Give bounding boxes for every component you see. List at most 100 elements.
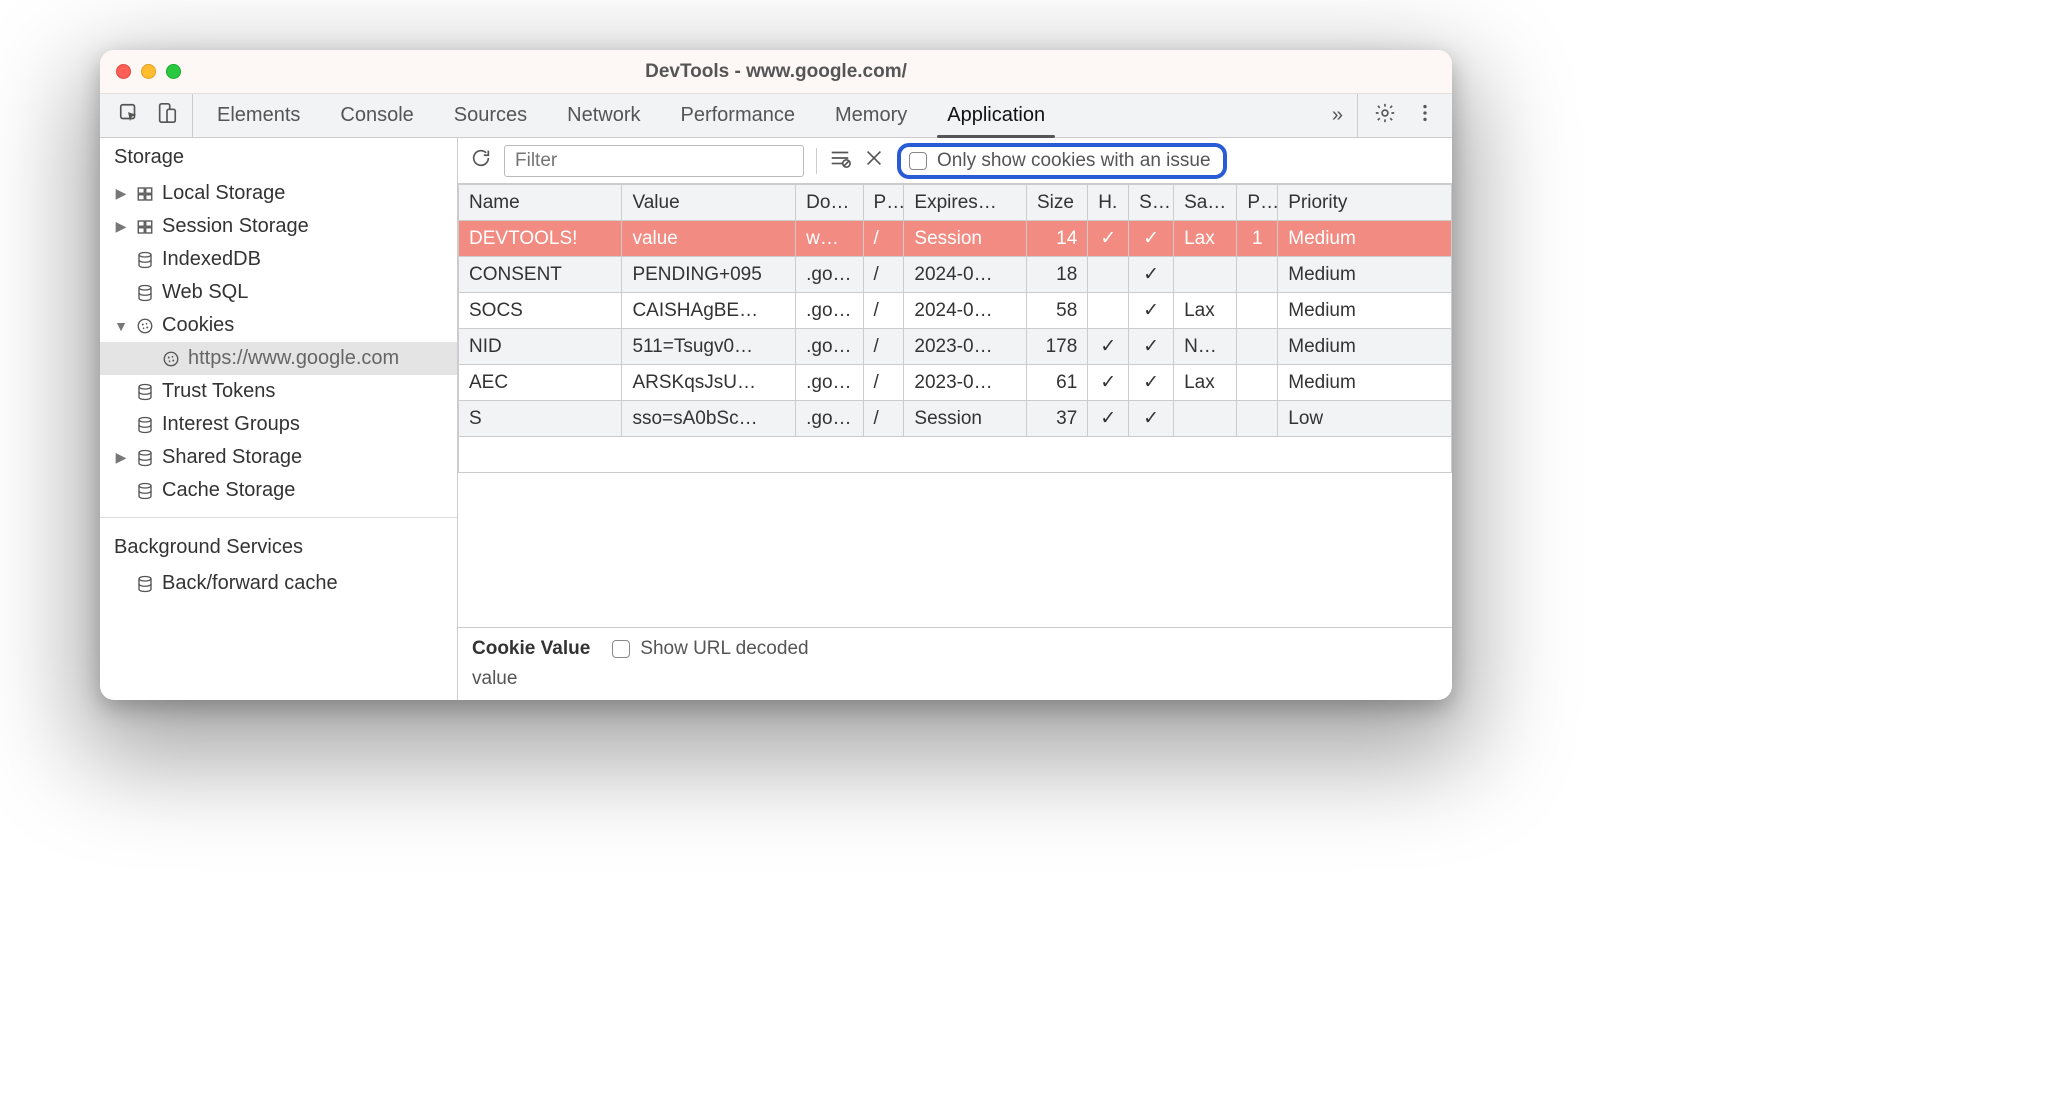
column-header[interactable]: P…	[863, 185, 904, 221]
delete-selected-button[interactable]	[863, 147, 885, 175]
cell: ✓	[1129, 221, 1174, 257]
db-icon	[134, 416, 156, 434]
cell: /	[863, 221, 904, 257]
sidebar-item-session-storage[interactable]: ▶Session Storage	[100, 210, 457, 243]
table-row[interactable]: CONSENTPENDING+095.go…/2024-0…18✓Medium	[459, 257, 1452, 293]
sidebar-item-label: Web SQL	[162, 281, 248, 304]
cookies-table[interactable]: NameValueDo…P…Expires…SizeH.S…Sa…P…Prior…	[458, 184, 1452, 627]
devtools-window: DevTools - www.google.com/ ElementsConso…	[100, 50, 1452, 700]
sidebar-item-label: Trust Tokens	[162, 380, 275, 403]
only-show-issues-checkbox[interactable]: Only show cookies with an issue	[897, 143, 1227, 179]
sidebar-item-shared-storage[interactable]: ▶Shared Storage	[100, 441, 457, 474]
kebab-menu-button[interactable]	[1414, 102, 1436, 130]
db-icon	[134, 482, 156, 500]
more-tabs-button[interactable]: »	[1318, 94, 1357, 137]
sidebar-item-label: Local Storage	[162, 182, 285, 205]
tab-performance[interactable]: Performance	[661, 94, 816, 137]
tab-elements[interactable]: Elements	[197, 94, 320, 137]
grid-icon	[134, 218, 156, 236]
cell: ✓	[1129, 365, 1174, 401]
sidebar-item-cookies[interactable]: ▼Cookies	[100, 309, 457, 342]
tab-network[interactable]: Network	[547, 94, 660, 137]
table-row[interactable]: SOCSCAISHAgBE….go…/2024-0…58✓LaxMedium	[459, 293, 1452, 329]
column-header[interactable]: Sa…	[1174, 185, 1237, 221]
sidebar-item-indexeddb[interactable]: IndexedDB	[100, 243, 457, 276]
sidebar-item-https-www-google-com[interactable]: https://www.google.com	[100, 342, 457, 375]
table-row[interactable]: Ssso=sA0bSc….go…/Session37✓✓Low	[459, 401, 1452, 437]
cell: 37	[1026, 401, 1087, 437]
cell: ✓	[1129, 257, 1174, 293]
cell: Low	[1278, 401, 1452, 437]
cookies-panel: Only show cookies with an issue NameValu…	[458, 138, 1452, 700]
cell: Lax	[1174, 365, 1237, 401]
db-icon	[134, 449, 156, 467]
cell: 2024-0…	[904, 293, 1027, 329]
column-header[interactable]: Value	[622, 185, 796, 221]
panel-tabbar: ElementsConsoleSourcesNetworkPerformance…	[100, 94, 1452, 138]
cell: .go…	[796, 365, 863, 401]
tab-sources[interactable]: Sources	[434, 94, 547, 137]
cell: Session	[904, 221, 1027, 257]
tab-application[interactable]: Application	[927, 94, 1065, 137]
table-row[interactable]: AECARSKqsJsU….go…/2023-0…61✓✓LaxMedium	[459, 365, 1452, 401]
show-url-decoded-checkbox[interactable]: Show URL decoded	[612, 638, 808, 660]
cell: ✓	[1088, 401, 1129, 437]
column-header[interactable]: S…	[1129, 185, 1174, 221]
column-header[interactable]: Priority	[1278, 185, 1452, 221]
cell: ✓	[1088, 221, 1129, 257]
cell: 14	[1026, 221, 1087, 257]
cookie-detail: Cookie Value Show URL decoded value	[458, 627, 1452, 700]
sidebar-item-local-storage[interactable]: ▶Local Storage	[100, 177, 457, 210]
refresh-button[interactable]	[470, 147, 492, 175]
cell: ✓	[1088, 329, 1129, 365]
tab-memory[interactable]: Memory	[815, 94, 927, 137]
cookies-toolbar: Only show cookies with an issue	[458, 138, 1452, 184]
tab-console[interactable]: Console	[320, 94, 433, 137]
column-header[interactable]: H.	[1088, 185, 1129, 221]
sidebar-item-back-forward-cache[interactable]: Back/forward cache	[100, 567, 457, 600]
chevron-down-icon: ▼	[114, 318, 128, 334]
cell	[1088, 293, 1129, 329]
settings-button[interactable]	[1374, 102, 1396, 130]
column-header[interactable]: P…	[1237, 185, 1278, 221]
cell: No…	[1174, 329, 1237, 365]
column-header[interactable]: Expires…	[904, 185, 1027, 221]
cell: PENDING+095	[622, 257, 796, 293]
cell: ww…	[796, 221, 863, 257]
cell: Medium	[1278, 293, 1452, 329]
inspect-element-icon[interactable]	[118, 102, 140, 130]
column-header[interactable]: Do…	[796, 185, 863, 221]
cell: /	[863, 329, 904, 365]
sidebar-item-trust-tokens[interactable]: Trust Tokens	[100, 375, 457, 408]
cell: Medium	[1278, 365, 1452, 401]
table-row[interactable]: NID511=Tsugv0….go…/2023-0…178✓✓No…Medium	[459, 329, 1452, 365]
cell: ✓	[1129, 401, 1174, 437]
db-icon	[134, 383, 156, 401]
toggle-device-icon[interactable]	[156, 102, 178, 130]
cell: ✓	[1129, 293, 1174, 329]
sidebar-item-label: https://www.google.com	[188, 347, 399, 370]
cell: AEC	[459, 365, 622, 401]
clear-all-button[interactable]	[829, 147, 851, 175]
db-icon	[134, 575, 156, 593]
sidebar-item-cache-storage[interactable]: Cache Storage	[100, 474, 457, 507]
cookie-value-label: Cookie Value	[472, 638, 590, 660]
cell: Lax	[1174, 221, 1237, 257]
column-header[interactable]: Size	[1026, 185, 1087, 221]
application-sidebar: Storage▶Local Storage▶Session StorageInd…	[100, 138, 458, 700]
cookie-icon	[134, 317, 156, 335]
table-row[interactable]: DEVTOOLS!valueww…/Session14✓✓Lax1Medium	[459, 221, 1452, 257]
column-header[interactable]: Name	[459, 185, 622, 221]
show-url-decoded-label: Show URL decoded	[640, 638, 808, 660]
cell: .go…	[796, 401, 863, 437]
sidebar-item-web-sql[interactable]: Web SQL	[100, 276, 457, 309]
cell: Medium	[1278, 329, 1452, 365]
cell	[1237, 401, 1278, 437]
cell: /	[863, 401, 904, 437]
cell: S	[459, 401, 622, 437]
window-title: DevTools - www.google.com/	[100, 61, 1452, 83]
filter-input[interactable]	[504, 145, 804, 177]
db-icon	[134, 284, 156, 302]
sidebar-item-interest-groups[interactable]: Interest Groups	[100, 408, 457, 441]
cell: Medium	[1278, 257, 1452, 293]
